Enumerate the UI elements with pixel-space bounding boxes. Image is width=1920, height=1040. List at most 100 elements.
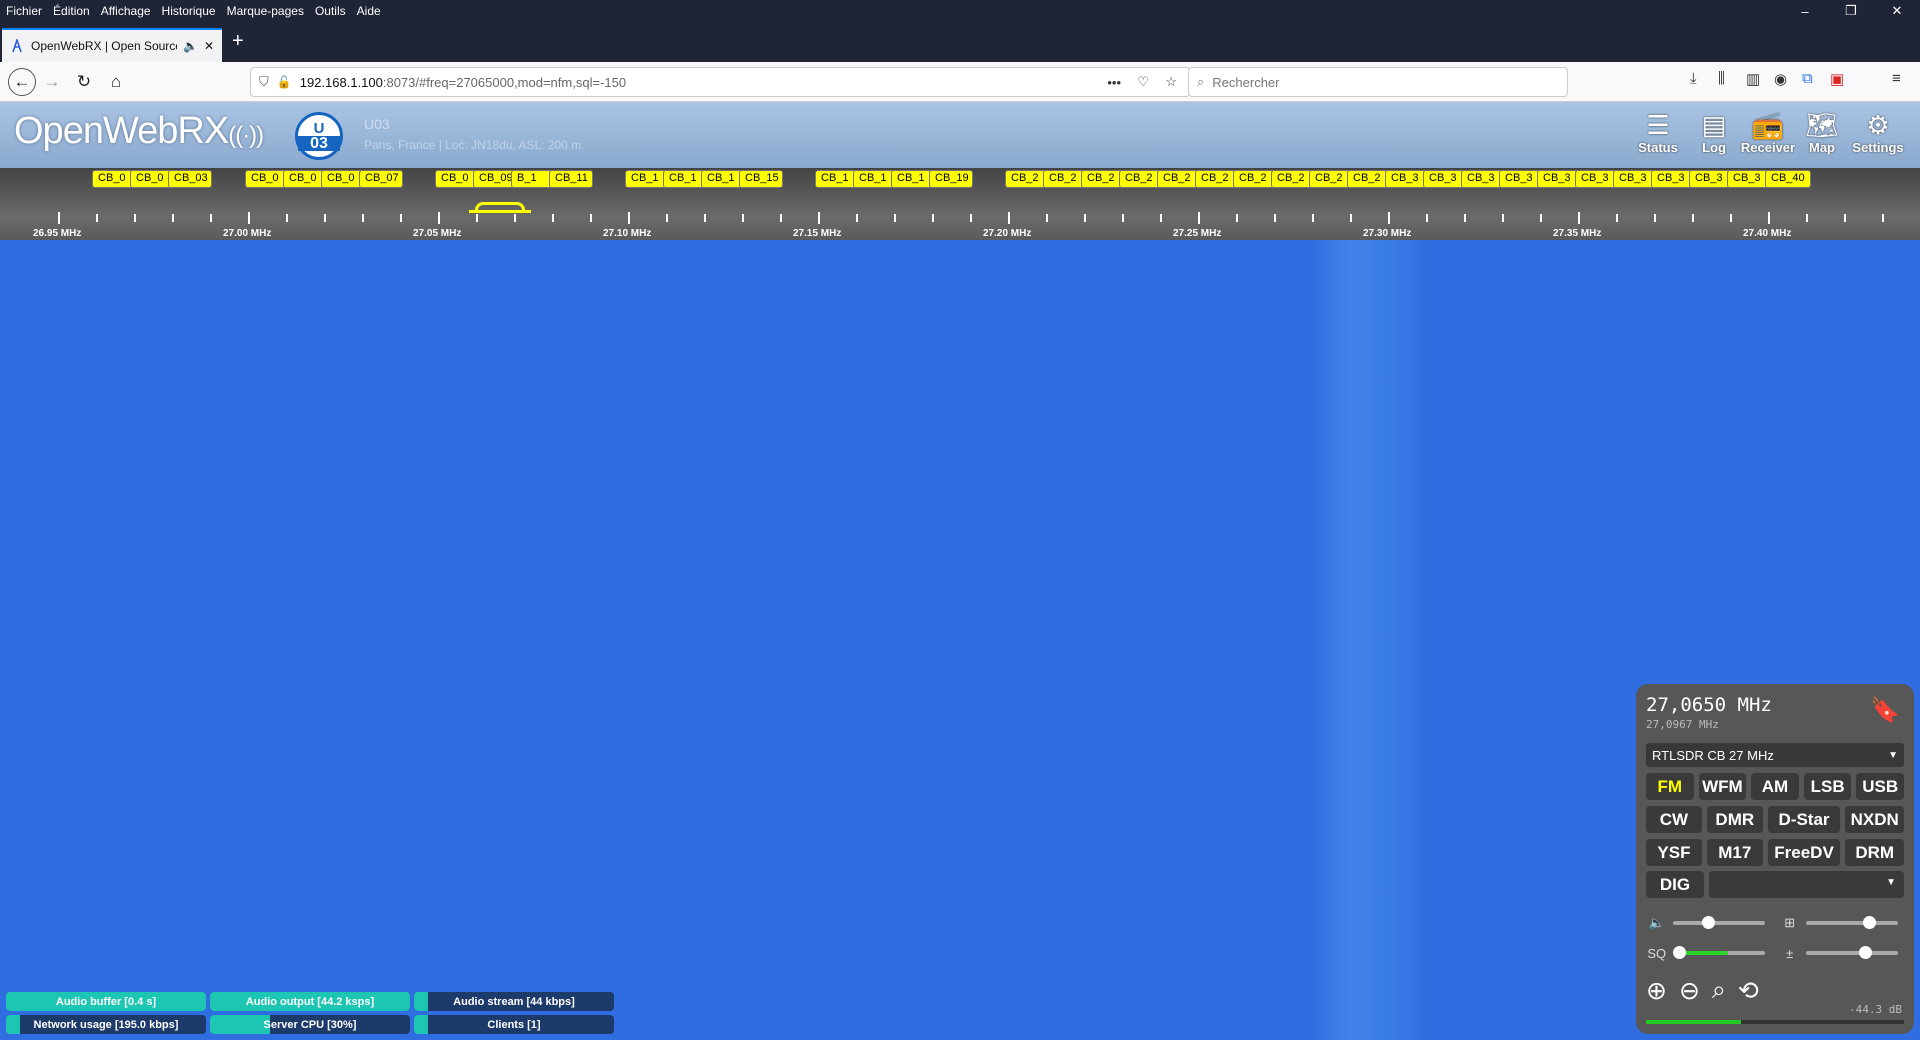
mode-dig-button[interactable]: DIG	[1646, 871, 1704, 898]
bookmark-star-icon[interactable]: ☆	[1165, 74, 1177, 90]
menu-fichier[interactable]: Fichier	[6, 4, 42, 18]
url-path: :8073/#freq=27065000,mod=nfm,sql=-150	[382, 74, 627, 90]
speaker-icon[interactable]: 🔈	[183, 39, 198, 53]
forward-arrow-icon[interactable]: →	[40, 70, 64, 94]
reload-icon[interactable]: ↻	[72, 70, 96, 94]
close-tab-icon[interactable]: ✕	[204, 39, 214, 53]
scale-tick	[1198, 212, 1200, 224]
scale-label: 27.30 MHz	[1363, 228, 1412, 239]
browser-tab[interactable]: OpenWebRX | Open Source 🔈 ✕	[2, 28, 222, 62]
scale-tick	[1768, 212, 1770, 224]
zoom-out-icon[interactable]: ⊖	[1679, 976, 1700, 1006]
mode-dmr-button[interactable]: DMR	[1706, 806, 1763, 833]
restore-icon[interactable]: ❐	[1828, 3, 1874, 19]
channel-bookmark[interactable]: CB_40	[1765, 170, 1811, 188]
address-bar[interactable]: ⛉ 🔓 192.168.1.100 :8073/#freq=27065000,m…	[250, 67, 1190, 97]
digital-mode-select[interactable]: ▼	[1709, 871, 1904, 898]
mode-fm-button[interactable]: FM	[1646, 773, 1694, 800]
extension-icon[interactable]: ▣	[1830, 70, 1858, 88]
scale-tick	[780, 214, 782, 222]
channel-bookmark[interactable]: CB_03	[168, 170, 212, 188]
tuned-frequency[interactable]: 27,0650 MHz	[1646, 694, 1904, 716]
mode-freedv-button[interactable]: FreeDV	[1767, 839, 1841, 866]
receiver-panel: 27,0650 MHz 27,0967 MHz 🔖 RTLSDR CB 27 M…	[1636, 684, 1914, 1034]
noise-reduction-slider[interactable]	[1806, 916, 1898, 929]
mode-ysf-button[interactable]: YSF	[1646, 839, 1702, 866]
receiver-avatar: U 03	[295, 112, 343, 160]
channel-bookmark[interactable]: CB_15	[739, 170, 783, 188]
mode-lsb-button[interactable]: LSB	[1803, 773, 1852, 800]
mode-wfm-button[interactable]: WFM	[1698, 773, 1747, 800]
mode-nxdn-button[interactable]: NXDN	[1845, 806, 1904, 833]
menu-aide[interactable]: Aide	[357, 4, 381, 18]
modes-row-2: CW DMR D-Star NXDN	[1646, 806, 1904, 833]
menu-historique[interactable]: Historique	[162, 4, 216, 18]
library-icon[interactable]: ⫼	[1718, 70, 1746, 88]
menu-outils[interactable]: Outils	[315, 4, 346, 18]
menu-marque-pages[interactable]: Marque-pages	[227, 4, 304, 18]
sync-icon[interactable]: ⧉	[1802, 70, 1830, 88]
settings-button[interactable]: ⚙ Settings	[1848, 110, 1908, 155]
gain-icon[interactable]: ±	[1779, 946, 1800, 961]
new-tab-icon[interactable]: +	[232, 30, 244, 53]
mode-am-button[interactable]: AM	[1751, 773, 1799, 800]
bookmark-icon[interactable]: 🔖	[1870, 696, 1900, 725]
zoom-center-icon[interactable]: ⟲	[1738, 976, 1759, 1006]
url-host: 192.168.1.100	[299, 74, 383, 90]
scale-tick	[438, 212, 440, 224]
mode-usb-button[interactable]: USB	[1856, 773, 1904, 800]
search-placeholder: Rechercher	[1212, 74, 1280, 90]
minimize-icon[interactable]: –	[1782, 4, 1828, 19]
secondary-frequency: 27,0967 MHz	[1646, 718, 1719, 731]
zoom-reset-icon[interactable]: ⌕	[1712, 976, 1726, 1006]
squelch-slider[interactable]	[1673, 946, 1765, 959]
sidebar-icon[interactable]: ▥	[1746, 70, 1774, 88]
passband-baseline	[469, 210, 531, 213]
mode-cw-button[interactable]: CW	[1646, 806, 1702, 833]
mode-dstar-button[interactable]: D-Star	[1767, 806, 1841, 833]
download-icon[interactable]: ⤓	[1690, 70, 1718, 88]
account-icon[interactable]: ◉	[1774, 70, 1802, 88]
scale-tick	[96, 214, 98, 222]
mode-drm-button[interactable]: DRM	[1845, 839, 1904, 866]
pocket-icon[interactable]: ♡	[1137, 74, 1149, 90]
gain-slider[interactable]	[1806, 946, 1898, 959]
receiver-button[interactable]: 📻 Receiver	[1738, 110, 1798, 155]
more-actions-icon[interactable]: •••	[1107, 75, 1121, 90]
scale-tick	[970, 214, 972, 222]
insecure-lock-icon[interactable]: 🔓	[277, 75, 292, 89]
channel-bookmark[interactable]: CB_07	[359, 170, 403, 188]
shield-icon[interactable]: ⛉	[259, 74, 269, 90]
openwebrx-logo: OpenWebRX((·))	[14, 110, 264, 152]
map-button[interactable]: 🗺 Map	[1792, 110, 1852, 155]
log-button[interactable]: ▤ Log	[1684, 110, 1744, 155]
menu-edition[interactable]: Édition	[53, 4, 90, 18]
volume-slider[interactable]	[1673, 916, 1765, 929]
profile-select[interactable]: RTLSDR CB 27 MHz ▼	[1646, 743, 1904, 767]
menu-affichage[interactable]: Affichage	[101, 4, 151, 18]
status-button[interactable]: ☰ Status	[1628, 110, 1688, 155]
scale-tick	[818, 212, 820, 224]
channel-bookmark[interactable]: CB_19	[929, 170, 973, 188]
channel-bookmark[interactable]: CB_11	[549, 170, 593, 188]
audio-buffer-bar: Audio buffer [0.4 s]	[6, 992, 206, 1011]
scale-tick	[1806, 214, 1808, 222]
home-icon[interactable]: ⌂	[104, 70, 128, 94]
close-window-icon[interactable]: ✕	[1874, 3, 1920, 19]
waterfall-signal-trace	[1310, 240, 1430, 1040]
scale-tick	[1236, 214, 1238, 222]
search-input[interactable]: ⌕ Rechercher	[1188, 67, 1568, 97]
scale-label: 27.25 MHz	[1173, 228, 1222, 239]
mode-m17-button[interactable]: M17	[1706, 839, 1763, 866]
scale-tick	[1160, 214, 1162, 222]
noise-reduction-icon[interactable]: ⊞	[1779, 915, 1800, 931]
modes-row-1: FM WFM AM LSB USB	[1646, 773, 1904, 800]
chevron-down-icon: ▼	[1886, 877, 1896, 888]
squelch-label[interactable]: SQ	[1646, 946, 1667, 961]
zoom-in-icon[interactable]: ⊕	[1646, 976, 1667, 1006]
back-arrow-icon[interactable]: ←	[8, 68, 36, 96]
hamburger-menu-icon[interactable]: ≡	[1892, 70, 1901, 87]
frequency-scale[interactable]: 26.95 MHz 27.00 MHz 27.05 MHz 27.10 MHz 27.1…	[0, 168, 1920, 240]
waterfall-display[interactable]	[0, 240, 1920, 1040]
volume-icon[interactable]: 🔈	[1646, 915, 1667, 931]
